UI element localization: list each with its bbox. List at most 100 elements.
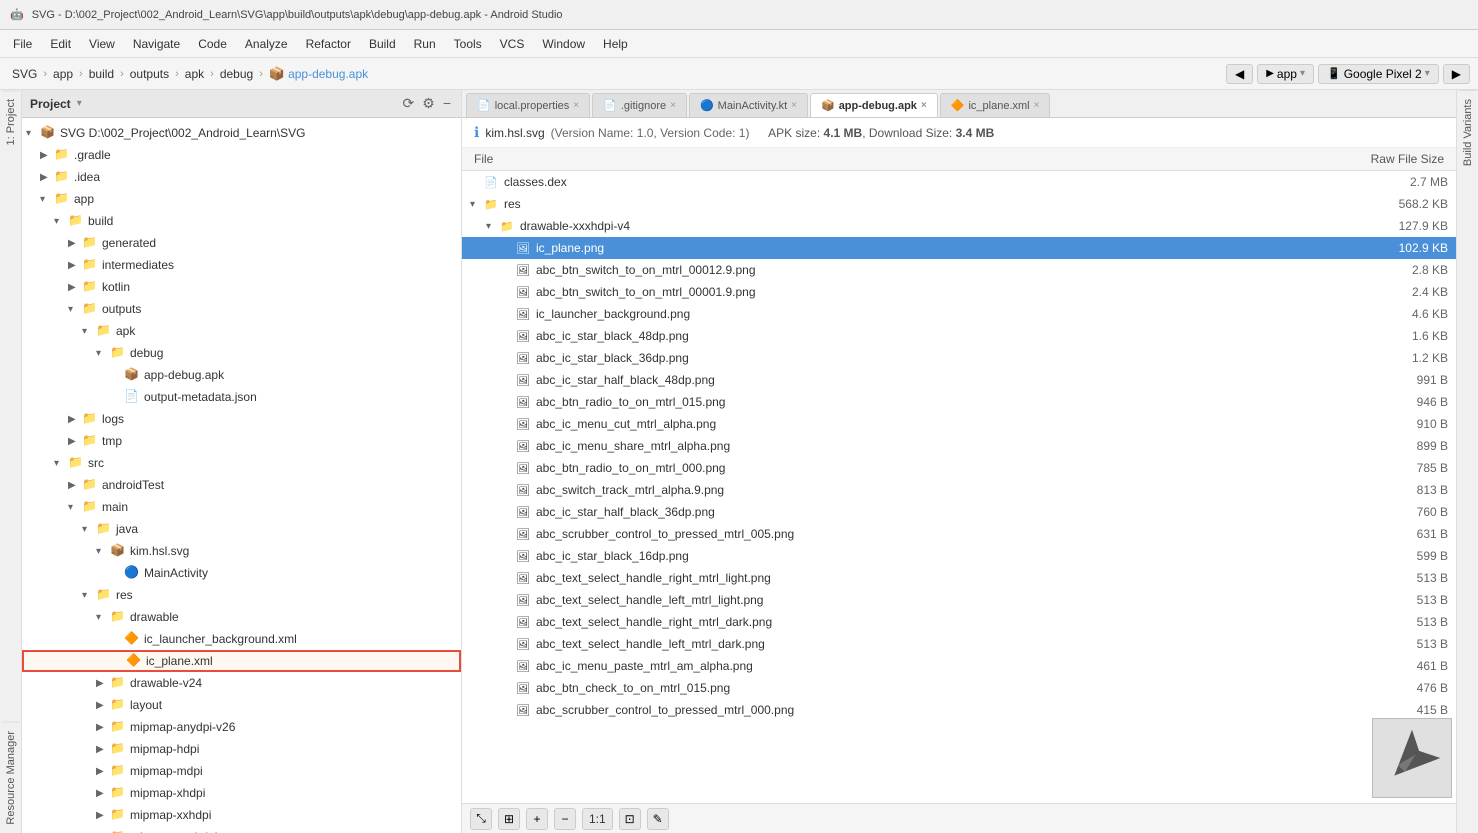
resource-manager-tab[interactable]: Resource Manager bbox=[2, 722, 20, 833]
minimize-icon[interactable]: − bbox=[441, 95, 453, 112]
file-row-abc_ic_star_black_36dp.png[interactable]: 🖼 abc_ic_star_black_36dp.png 1.2 KB bbox=[462, 347, 1456, 369]
tree-item-mipmap-xxxhdpi[interactable]: ▶ 📁 mipmap-xxxhdpi bbox=[22, 826, 461, 833]
tree-item-res[interactable]: ▾ 📁 res bbox=[22, 584, 461, 606]
breadcrumb-build[interactable]: build bbox=[85, 65, 118, 83]
tree-item-app-debug.apk[interactable]: 📦 app-debug.apk bbox=[22, 364, 461, 386]
fit-btn[interactable]: ⊡ bbox=[619, 808, 641, 830]
tree-item-mipmap-xxhdpi[interactable]: ▶ 📁 mipmap-xxhdpi bbox=[22, 804, 461, 826]
file-row-abc_scrubber_control_to_pressed_mtrl_000.png[interactable]: 🖼 abc_scrubber_control_to_pressed_mtrl_0… bbox=[462, 699, 1456, 721]
breadcrumb-outputs[interactable]: outputs bbox=[126, 65, 173, 83]
file-row-abc_scrubber_control_to_pressed_mtrl_005.png[interactable]: 🖼 abc_scrubber_control_to_pressed_mtrl_0… bbox=[462, 523, 1456, 545]
back-button[interactable]: ◀ bbox=[1226, 64, 1253, 84]
tree-item-debug[interactable]: ▾ 📁 debug bbox=[22, 342, 461, 364]
tree-item-output-metadata.json[interactable]: 📄 output-metadata.json bbox=[22, 386, 461, 408]
forward-button[interactable]: ▶ bbox=[1443, 64, 1470, 84]
file-row-abc_switch_track_mtrl_alpha.9.png[interactable]: 🖼 abc_switch_track_mtrl_alpha.9.png 813 … bbox=[462, 479, 1456, 501]
file-row-abc_btn_radio_to_on_mtrl_000.png[interactable]: 🖼 abc_btn_radio_to_on_mtrl_000.png 785 B bbox=[462, 457, 1456, 479]
zoom-in-btn[interactable]: + bbox=[526, 808, 548, 830]
tab-close-app-debug.apk[interactable]: × bbox=[921, 100, 927, 111]
tree-item-idea[interactable]: ▶ 📁 .idea bbox=[22, 166, 461, 188]
file-row-ic_plane.png[interactable]: 🖼 ic_plane.png 102.9 KB bbox=[462, 237, 1456, 259]
tab-ic_plane.xml[interactable]: 🔶ic_plane.xml× bbox=[940, 93, 1051, 117]
breadcrumb-svg[interactable]: SVG bbox=[8, 65, 41, 83]
tree-item-main[interactable]: ▾ 📁 main bbox=[22, 496, 461, 518]
tree-item-MainActivity[interactable]: 🔵 MainActivity bbox=[22, 562, 461, 584]
menu-edit[interactable]: Edit bbox=[42, 34, 79, 54]
menu-build[interactable]: Build bbox=[361, 34, 404, 54]
file-row-abc_btn_switch_to_on_mtrl_00012.9.png[interactable]: 🖼 abc_btn_switch_to_on_mtrl_00012.9.png … bbox=[462, 259, 1456, 281]
breadcrumb-apk[interactable]: apk bbox=[181, 65, 208, 83]
file-row-abc_btn_check_to_on_mtrl_015.png[interactable]: 🖼 abc_btn_check_to_on_mtrl_015.png 476 B bbox=[462, 677, 1456, 699]
menu-code[interactable]: Code bbox=[190, 34, 235, 54]
sync-icon[interactable]: ⟳ bbox=[401, 95, 417, 112]
file-row-abc_ic_menu_share_mtrl_alpha.png[interactable]: 🖼 abc_ic_menu_share_mtrl_alpha.png 899 B bbox=[462, 435, 1456, 457]
file-row-abc_ic_menu_paste_mtrl_am_alpha.png[interactable]: 🖼 abc_ic_menu_paste_mtrl_am_alpha.png 46… bbox=[462, 655, 1456, 677]
menu-refactor[interactable]: Refactor bbox=[298, 34, 359, 54]
breadcrumb-debug[interactable]: debug bbox=[216, 65, 257, 83]
tree-item-app[interactable]: ▾ 📁 app bbox=[22, 188, 461, 210]
file-row-ic_launcher_background.png[interactable]: 🖼 ic_launcher_background.png 4.6 KB bbox=[462, 303, 1456, 325]
tab-.gitignore[interactable]: 📄.gitignore× bbox=[592, 93, 687, 117]
menu-vcs[interactable]: VCS bbox=[492, 34, 533, 54]
menu-run[interactable]: Run bbox=[406, 34, 444, 54]
tree-item-mipmap-mdpi[interactable]: ▶ 📁 mipmap-mdpi bbox=[22, 760, 461, 782]
tab-app-debug.apk[interactable]: 📦app-debug.apk× bbox=[810, 93, 938, 117]
tab-close-MainActivity.kt[interactable]: × bbox=[791, 100, 797, 111]
file-row-abc_text_select_handle_right_mtrl_light.png[interactable]: 🖼 abc_text_select_handle_right_mtrl_ligh… bbox=[462, 567, 1456, 589]
file-row-abc_ic_star_half_black_36dp.png[interactable]: 🖼 abc_ic_star_half_black_36dp.png 760 B bbox=[462, 501, 1456, 523]
cog-icon[interactable]: ⚙ bbox=[420, 95, 437, 112]
col-size-header[interactable]: Raw File Size bbox=[1324, 152, 1444, 166]
project-tab[interactable]: 1: Project bbox=[2, 90, 20, 153]
edit-btn[interactable]: ✎ bbox=[647, 808, 669, 830]
tab-close-.gitignore[interactable]: × bbox=[670, 100, 676, 111]
col-file-header[interactable]: File bbox=[474, 152, 1324, 166]
tree-item-java[interactable]: ▾ 📁 java bbox=[22, 518, 461, 540]
file-row-classes.dex[interactable]: 📄 classes.dex 2.7 MB bbox=[462, 171, 1456, 193]
tree-item-kotlin[interactable]: ▶ 📁 kotlin bbox=[22, 276, 461, 298]
breadcrumb-app[interactable]: app bbox=[49, 65, 77, 83]
tree-item-ic_launcher_background.xml[interactable]: 🔶 ic_launcher_background.xml bbox=[22, 628, 461, 650]
tree-item-layout[interactable]: ▶ 📁 layout bbox=[22, 694, 461, 716]
file-row-abc_ic_menu_cut_mtrl_alpha.png[interactable]: 🖼 abc_ic_menu_cut_mtrl_alpha.png 910 B bbox=[462, 413, 1456, 435]
file-row-res-folder[interactable]: ▾ 📁 res 568.2 KB bbox=[462, 193, 1456, 215]
grid-btn[interactable]: ⊞ bbox=[498, 808, 520, 830]
file-row-abc_ic_star_black_16dp.png[interactable]: 🖼 abc_ic_star_black_16dp.png 599 B bbox=[462, 545, 1456, 567]
file-row-abc_text_select_handle_left_mtrl_light.png[interactable]: 🖼 abc_text_select_handle_left_mtrl_light… bbox=[462, 589, 1456, 611]
tree-item-mipmap-anydpi-v26[interactable]: ▶ 📁 mipmap-anydpi-v26 bbox=[22, 716, 461, 738]
tree-item-build[interactable]: ▾ 📁 build bbox=[22, 210, 461, 232]
zoom-out-btn[interactable]: − bbox=[554, 808, 576, 830]
tab-local.properties[interactable]: 📄local.properties× bbox=[466, 93, 590, 117]
file-row-abc_ic_star_half_black_48dp.png[interactable]: 🖼 abc_ic_star_half_black_48dp.png 991 B bbox=[462, 369, 1456, 391]
file-row-drawable-xxxhdpi-v4[interactable]: ▾ 📁 drawable-xxxhdpi-v4 127.9 KB bbox=[462, 215, 1456, 237]
tree-item-drawable-v24[interactable]: ▶ 📁 drawable-v24 bbox=[22, 672, 461, 694]
tree-item-ic_plane.xml[interactable]: 🔶 ic_plane.xml bbox=[22, 650, 461, 672]
tree-item-mipmap-hdpi[interactable]: ▶ 📁 mipmap-hdpi bbox=[22, 738, 461, 760]
file-row-abc_btn_radio_to_on_mtrl_015.png[interactable]: 🖼 abc_btn_radio_to_on_mtrl_015.png 946 B bbox=[462, 391, 1456, 413]
tree-item-logs[interactable]: ▶ 📁 logs bbox=[22, 408, 461, 430]
tree-item-mipmap-xhdpi[interactable]: ▶ 📁 mipmap-xhdpi bbox=[22, 782, 461, 804]
tree-item-drawable[interactable]: ▾ 📁 drawable bbox=[22, 606, 461, 628]
tree-item-outputs[interactable]: ▾ 📁 outputs bbox=[22, 298, 461, 320]
tab-close-ic_plane.xml[interactable]: × bbox=[1034, 100, 1040, 111]
tree-item-androidTest[interactable]: ▶ 📁 androidTest bbox=[22, 474, 461, 496]
menu-file[interactable]: File bbox=[5, 34, 40, 54]
tree-item-gradle[interactable]: ▶ 📁 .gradle bbox=[22, 144, 461, 166]
build-variants-tab[interactable]: Build Variants bbox=[1459, 90, 1477, 174]
breadcrumb-apk-file[interactable]: 📦app-debug.apk bbox=[265, 64, 372, 84]
device-button[interactable]: 📱 Google Pixel 2 ▾ bbox=[1318, 64, 1439, 84]
file-row-abc_text_select_handle_left_mtrl_dark.png[interactable]: 🖼 abc_text_select_handle_left_mtrl_dark.… bbox=[462, 633, 1456, 655]
menu-window[interactable]: Window bbox=[534, 34, 593, 54]
menu-view[interactable]: View bbox=[81, 34, 123, 54]
tree-item-intermediates[interactable]: ▶ 📁 intermediates bbox=[22, 254, 461, 276]
tree-item-tmp[interactable]: ▶ 📁 tmp bbox=[22, 430, 461, 452]
menu-navigate[interactable]: Navigate bbox=[125, 34, 188, 54]
tab-MainActivity.kt[interactable]: 🔵MainActivity.kt× bbox=[689, 93, 808, 117]
tree-item-generated[interactable]: ▶ 📁 generated bbox=[22, 232, 461, 254]
file-row-abc_btn_switch_to_on_mtrl_00001.9.png[interactable]: 🖼 abc_btn_switch_to_on_mtrl_00001.9.png … bbox=[462, 281, 1456, 303]
menu-analyze[interactable]: Analyze bbox=[237, 34, 296, 54]
tree-item-kim.hsl.svg[interactable]: ▾ 📦 kim.hsl.svg bbox=[22, 540, 461, 562]
tree-item-svg-root[interactable]: ▾ 📦 SVG D:\002_Project\002_Android_Learn… bbox=[22, 122, 461, 144]
project-dropdown[interactable]: ▾ bbox=[77, 98, 82, 109]
menu-tools[interactable]: Tools bbox=[446, 34, 490, 54]
tree-item-src[interactable]: ▾ 📁 src bbox=[22, 452, 461, 474]
